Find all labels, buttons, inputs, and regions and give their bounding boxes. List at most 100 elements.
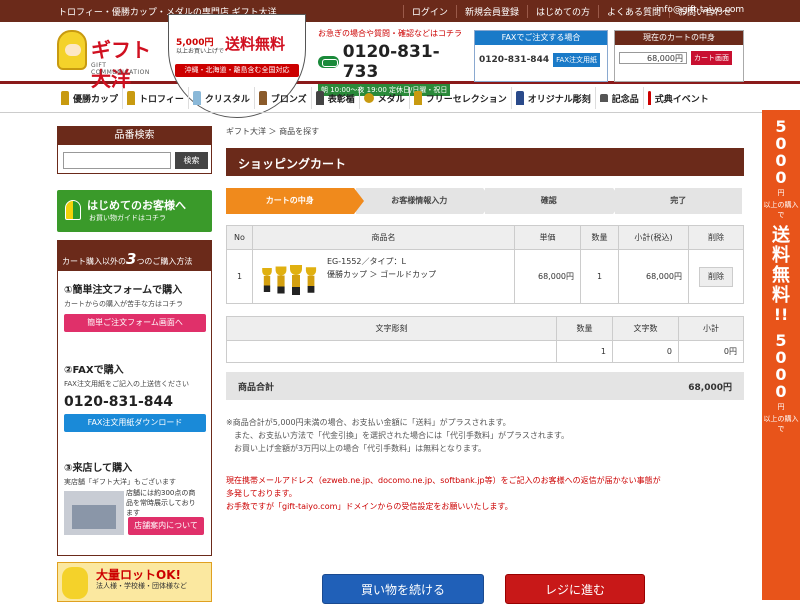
engrave-qty: 1 xyxy=(556,340,613,363)
fax-download-button[interactable]: FAX注文用紙ダウンロード xyxy=(64,414,206,432)
nav-medal[interactable]: メダル xyxy=(360,87,410,109)
nav-crystal[interactable]: クリスタル xyxy=(189,87,255,109)
product-code[interactable]: EG-1552／タイプ：L xyxy=(327,255,436,268)
crystal-icon xyxy=(192,91,201,105)
banner-free-shipping: 送 料 無 料 xyxy=(772,225,790,306)
banner-cond-2: 以上の購入で xyxy=(763,415,799,433)
way3-desc: 実店舗「ギフト大洋」もございます xyxy=(64,478,176,486)
bronze-icon xyxy=(258,91,267,105)
fax-form-button[interactable]: FAX注文用紙 xyxy=(553,53,601,67)
freedial-icon xyxy=(318,56,339,68)
free-selection-icon xyxy=(413,91,422,105)
plaque-icon xyxy=(315,91,324,105)
nav-victory-cup[interactable]: 優勝カップ xyxy=(57,87,124,109)
col-qty: 数量 xyxy=(580,225,619,250)
way2-desc: FAX注文用紙をご記入の上送信ください xyxy=(64,380,189,388)
nav-trophy[interactable]: トロフィー xyxy=(123,87,189,109)
col-no: No xyxy=(226,225,253,250)
step-cart: カートの中身 xyxy=(226,188,363,214)
site-logo[interactable]: ギフト大洋 GIFT COMMUNICATION xyxy=(57,30,163,91)
cup-icon xyxy=(61,91,69,105)
way-form: ①簡単注文フォームで購入 カートからの購入が苦手な方はコチラ 簡単ご注文フォーム… xyxy=(64,281,206,332)
purchase-methods-box: カート購入以外の3つのご購入方法 ①簡単注文フォームで購入 カートからの購入が苦… xyxy=(57,240,212,556)
nav-bronze[interactable]: ブロンズ xyxy=(255,87,312,109)
product-code-input[interactable] xyxy=(63,152,171,169)
logo-sub: GIFT COMMUNICATION xyxy=(91,62,150,76)
ribbon-icon xyxy=(647,91,651,105)
store-photo xyxy=(64,491,124,535)
simple-form-button[interactable]: 簡単ご注文フォーム画面へ xyxy=(64,314,206,332)
fax-number: 0120-831-844 xyxy=(479,55,550,65)
free-shipping-side-banner[interactable]: 5 0 0 0 円 以上の購入で 送 料 無 料 !! 5 0 0 0 円 以上… xyxy=(762,110,800,600)
category-nav: 優勝カップ トロフィー クリスタル ブロンズ 表彰楯 メダル フリーセレクション… xyxy=(57,87,744,109)
warn-line: お手数ですが「gift-taiyo.com」ドメインからの受信設定をお願いいたし… xyxy=(226,502,513,511)
engrave-subtotal: 0円 xyxy=(678,340,744,363)
way2-tel: 0120-831-844 xyxy=(64,394,174,410)
delete-button[interactable]: 削除 xyxy=(699,266,733,287)
ways-title: カート購入以外の3つのご購入方法 xyxy=(58,241,211,271)
product-search-box: 品番検索 検索 xyxy=(57,126,212,174)
product-thumbnail[interactable] xyxy=(257,254,321,299)
nav-free-selection[interactable]: フリーセレクション xyxy=(410,87,512,109)
col-delete: 削除 xyxy=(688,225,744,250)
medal-icon xyxy=(363,93,374,103)
contact-email[interactable]: info@gift-taiyo.com xyxy=(656,5,744,15)
step-confirm: 確認 xyxy=(485,188,622,214)
mascot-icon xyxy=(57,30,87,70)
row-product: EG-1552／タイプ：L 優勝カップ ＞ ゴールドカップ xyxy=(252,249,515,304)
cart-box-title: 現在のカートの中身 xyxy=(615,31,743,45)
freeship-cond: 以上お買い上げで xyxy=(176,48,225,55)
row-no: 1 xyxy=(226,249,253,304)
product-category: 優勝カップ ＞ ゴールドカップ xyxy=(327,269,437,279)
first-time-link[interactable]: はじめての方 xyxy=(526,5,598,18)
col-subtotal: 小計(税込) xyxy=(618,225,689,250)
engraving-table: 文字彫刻 数量 文字数 小計 1 0 0円 xyxy=(226,316,744,363)
gift-icon xyxy=(599,94,608,102)
cart-amount: 68,000円 xyxy=(619,52,687,64)
banner-exclaim: !! xyxy=(773,305,789,324)
way-fax: ②FAXで購入 FAX注文用紙をご記入の上送信ください 0120-831-844… xyxy=(64,361,206,432)
freeship-big: 送料無料 xyxy=(225,35,286,53)
search-title: 品番検索 xyxy=(58,127,211,145)
col-price: 単価 xyxy=(514,225,581,250)
breadcrumb: ギフト大洋 ＞ 商品を探す xyxy=(226,127,320,136)
first-time-title: はじめてのお客様へ xyxy=(87,199,186,212)
row-price: 68,000円 xyxy=(514,249,581,304)
phone-contact: お急ぎの場合や質問・確認などはコチラ 0120-831-733 朝 10:00～… xyxy=(318,28,468,96)
way1-title: ①簡単注文フォームで購入 xyxy=(64,285,183,296)
nav-plaque[interactable]: 表彰楯 xyxy=(312,87,360,109)
banner-amount-2: 5 0 0 0 xyxy=(775,331,787,401)
warn-line: 現在携帯メールアドレス（ezweb.ne.jp、docomo.ne.jp、sof… xyxy=(226,476,661,485)
search-button[interactable]: 検索 xyxy=(175,152,208,169)
nav-divider xyxy=(0,112,800,113)
register-link[interactable]: 新規会員登録 xyxy=(455,5,527,18)
way1-desc: カートからの購入が苦手な方はコチラ xyxy=(64,300,183,308)
nav-ceremony[interactable]: 式典イベント xyxy=(644,87,713,109)
phone-number[interactable]: 0120-831-733 xyxy=(318,42,468,82)
warn-line: 多発しております。 xyxy=(226,489,297,498)
freeship-note: 沖縄・北海道・離島含む全国対応 xyxy=(175,64,299,77)
cart-table: No 商品名 単価 数量 小計(税込) 削除 1 EG-1552／タイプ：L 優… xyxy=(226,225,744,304)
banner-unit-2: 円 xyxy=(777,403,785,411)
header-cart-box: 現在のカートの中身 68,000円 カート画面 xyxy=(614,30,744,82)
login-link[interactable]: ログイン xyxy=(402,5,456,18)
lot-sub: 法人様・学校様・団体様など xyxy=(96,582,187,590)
store-info-button[interactable]: 店舗案内について xyxy=(128,517,204,535)
col-engrave-qty: 数量 xyxy=(556,316,613,341)
table-row: 1 0 0円 xyxy=(226,340,744,363)
engrave-chars: 0 xyxy=(612,340,679,363)
table-row: 1 EG-1552／タイプ：L 優勝カップ ＞ ゴールドカップ 68,000円 … xyxy=(226,249,744,304)
way3-title: ③来店して購入 xyxy=(64,463,133,474)
cart-screen-button[interactable]: カート画面 xyxy=(691,51,732,65)
cart-total: 商品合計 68,000円 xyxy=(226,372,744,400)
banner-amount: 5 0 0 0 xyxy=(775,117,787,187)
email-warning: 現在携帯メールアドレス（ezweb.ne.jp、docomo.ne.jp、sof… xyxy=(226,474,744,513)
step-customer-info: お客様情報入力 xyxy=(355,188,493,214)
col-engrave-chars: 文字数 xyxy=(612,316,679,341)
nav-original-engraving[interactable]: オリジナル彫刻 xyxy=(512,87,596,109)
first-time-banner[interactable]: はじめてのお客様へ お買い物ガイドはコチラ xyxy=(57,190,212,232)
note-line: お買い上げ金額が3万円以上の場合「代引手数料」は無料となります。 xyxy=(226,444,487,453)
nav-commemorative[interactable]: 記念品 xyxy=(596,87,644,109)
note-line: ※商品合計が5,000円未満の場合、お支払い金額に「送料」がプラスされます。 xyxy=(226,418,511,427)
bulk-lot-banner[interactable]: 大量ロットOK! 法人様・学校様・団体様など xyxy=(57,562,212,602)
